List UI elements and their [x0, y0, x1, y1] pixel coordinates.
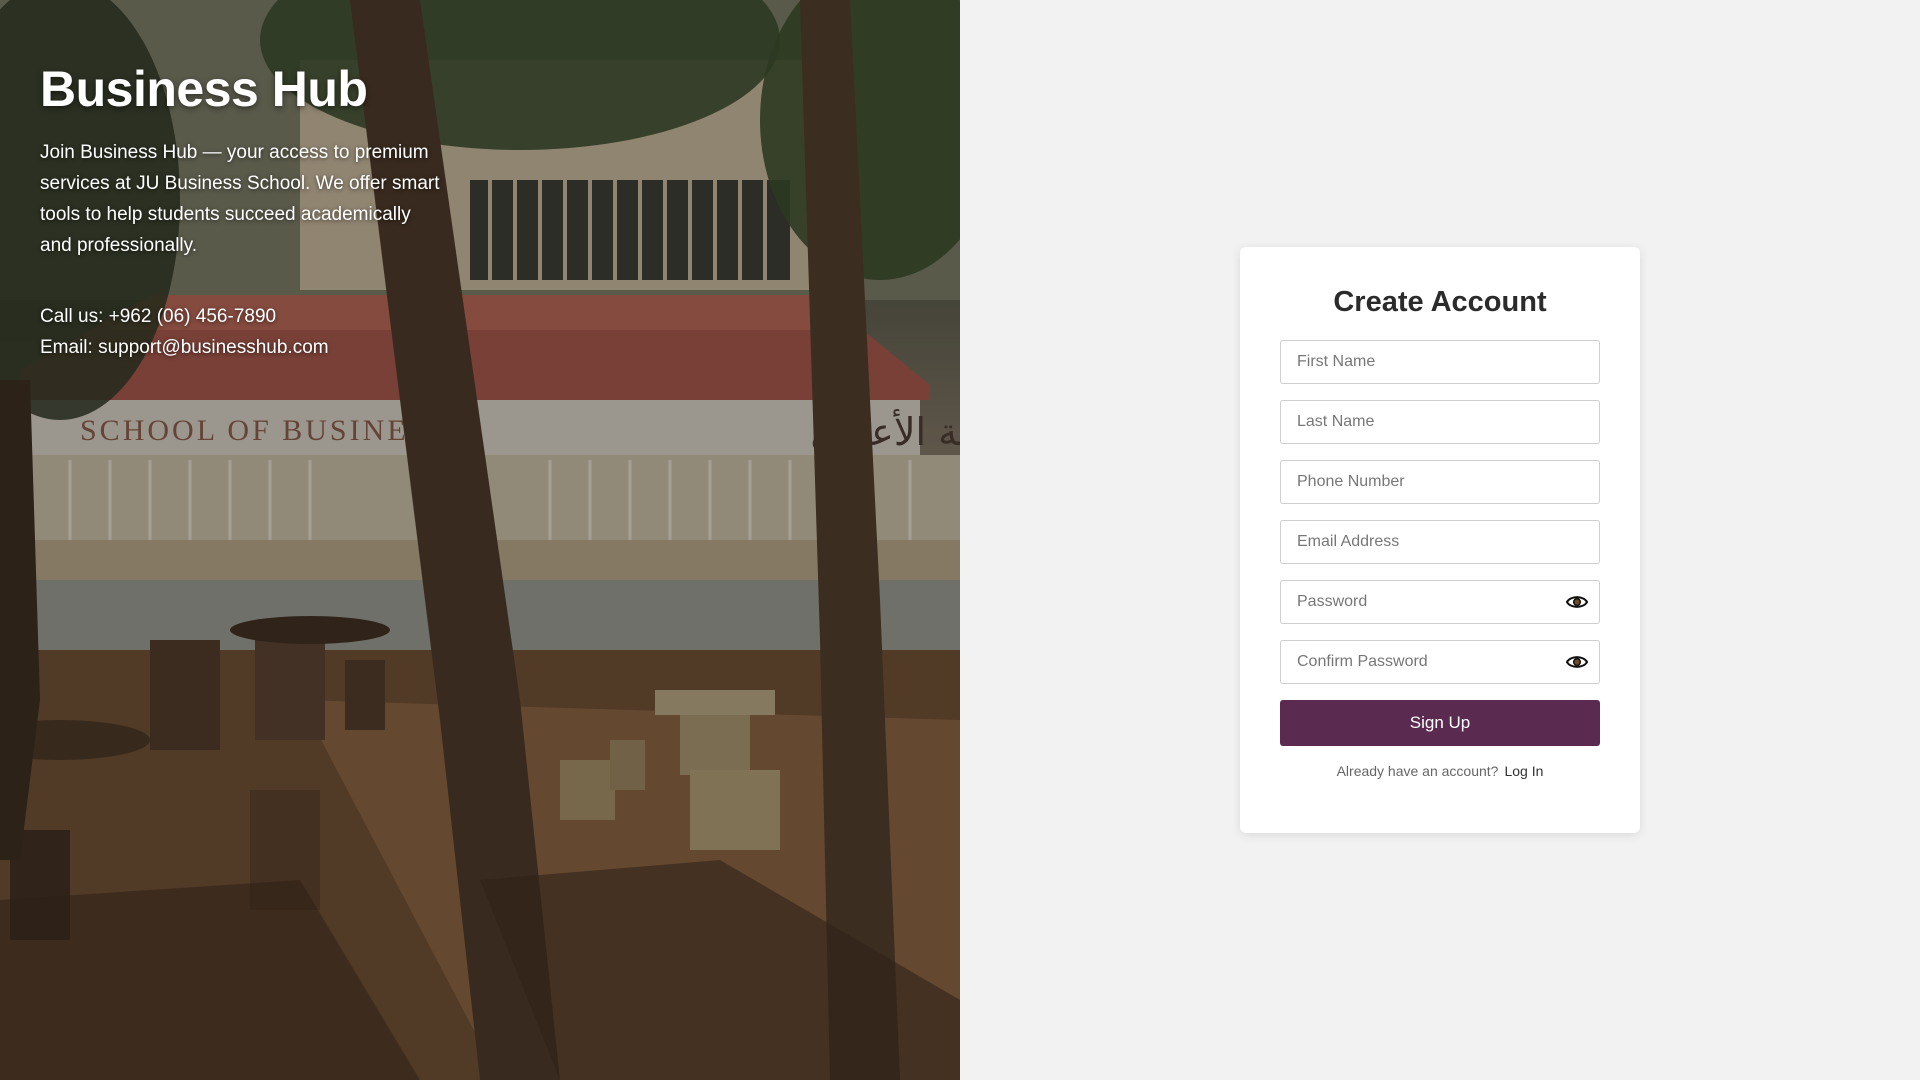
- first-name-field: [1280, 340, 1600, 384]
- last-name-input[interactable]: [1280, 400, 1600, 444]
- hero-content: Business Hub Join Business Hub — your ac…: [40, 58, 460, 363]
- form-title: Create Account: [1333, 286, 1547, 318]
- email-input[interactable]: [1280, 520, 1600, 564]
- signup-panel: Create Account Sign Up: [960, 0, 1920, 1080]
- login-link[interactable]: Log In: [1504, 763, 1543, 779]
- confirm-password-input[interactable]: [1280, 640, 1600, 684]
- password-input[interactable]: [1280, 580, 1600, 624]
- sign-up-button[interactable]: Sign Up: [1280, 700, 1600, 746]
- phone-input[interactable]: [1280, 460, 1600, 504]
- hero-panel: SCHOOL OF BUSINESS كلية الأعمال: [0, 0, 960, 1080]
- first-name-input[interactable]: [1280, 340, 1600, 384]
- contact-phone: Call us: +962 (06) 456-7890: [40, 306, 277, 327]
- eye-icon[interactable]: [1566, 593, 1588, 611]
- brand-title: Business Hub: [40, 61, 368, 117]
- contact-email: Email: support@businesshub.com: [40, 337, 329, 358]
- login-prompt-row: Already have an account? Log In: [1280, 763, 1600, 779]
- brand-description: Join Business Hub — your access to premi…: [40, 142, 440, 256]
- contact-info: Call us: +962 (06) 456-7890 Email: suppo…: [40, 301, 460, 363]
- confirm-password-field: [1280, 640, 1600, 684]
- eye-icon[interactable]: [1566, 653, 1588, 671]
- last-name-field: [1280, 400, 1600, 444]
- phone-field: [1280, 460, 1600, 504]
- login-prompt-text: Already have an account?: [1336, 763, 1499, 779]
- email-field: [1280, 520, 1600, 564]
- signup-card: Create Account Sign Up: [1240, 247, 1640, 833]
- password-field: [1280, 580, 1600, 624]
